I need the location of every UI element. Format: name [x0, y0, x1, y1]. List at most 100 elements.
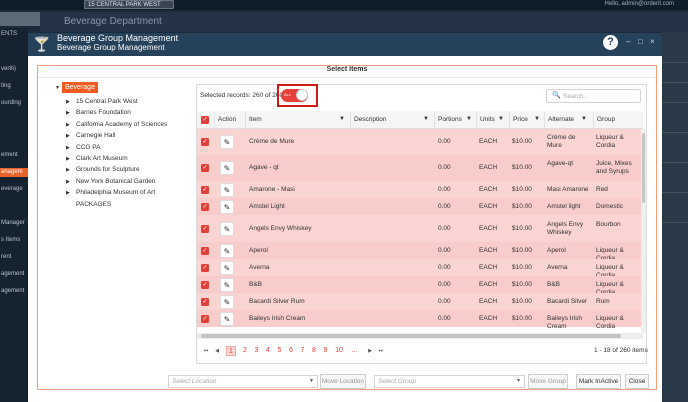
expand-arrow-icon[interactable]: ▶	[66, 156, 70, 162]
tree-node[interactable]: PACKAGES	[76, 200, 111, 210]
expand-arrow-icon[interactable]: ▼	[55, 85, 60, 91]
first-page-icon[interactable]: ⏮	[202, 346, 210, 356]
sidebar-item[interactable]: Manager	[0, 219, 28, 228]
close-button[interactable]: Close	[625, 374, 649, 389]
row-checkbox[interactable]: ✓	[201, 164, 209, 172]
row-checkbox[interactable]: ✓	[201, 280, 209, 289]
page-number[interactable]: 7	[298, 346, 308, 356]
tree-node[interactable]: Clark Art Museum	[76, 154, 128, 164]
filter-icon[interactable]: ▼	[339, 116, 345, 122]
sidebar-item[interactable]: ver8i)	[0, 65, 28, 74]
row-checkbox[interactable]: ✓	[201, 185, 209, 194]
sidebar-item[interactable]: ourding	[0, 99, 28, 108]
filter-icon[interactable]: ▼	[466, 116, 472, 122]
expand-arrow-icon[interactable]: ▶	[66, 122, 70, 128]
expand-arrow-icon[interactable]: ▶	[66, 190, 70, 196]
help-icon[interactable]: ?	[603, 35, 618, 50]
pencil-icon[interactable]: ✎	[220, 243, 234, 258]
expand-arrow-icon[interactable]: ▶	[66, 110, 70, 116]
tree-node[interactable]: New York Botanical Garden	[76, 177, 156, 187]
sidebar-item[interactable]: everage	[0, 185, 28, 194]
horizontal-scroll-thumb[interactable]	[201, 334, 621, 338]
prev-page-icon[interactable]: ◀	[213, 346, 221, 356]
pencil-icon[interactable]: ✎	[220, 260, 234, 275]
tree-node[interactable]: Grounds for Sculpture	[76, 165, 140, 175]
column-header-action[interactable]: Action	[214, 111, 244, 129]
row-checkbox[interactable]: ✓	[201, 224, 209, 233]
expand-arrow-icon[interactable]: ▶	[66, 179, 70, 185]
cell-item: B&B	[249, 280, 263, 288]
page-number[interactable]: 9	[321, 346, 331, 356]
tree-node[interactable]: California Academy of Sciences	[76, 120, 167, 130]
filter-icon[interactable]: ▼	[581, 116, 587, 122]
filter-icon[interactable]: ▼	[498, 116, 504, 122]
restore-icon[interactable]: □	[638, 37, 643, 47]
column-header-group[interactable]: Group	[593, 111, 641, 129]
expand-arrow-icon[interactable]: ▶	[66, 99, 70, 105]
sidebar-item[interactable]: ting	[0, 82, 28, 91]
next-page-icon[interactable]: ▶	[366, 346, 374, 356]
sidebar-item[interactable]: agement	[0, 287, 28, 296]
move-location-button[interactable]: Move Location	[320, 374, 366, 389]
row-checkbox[interactable]: ✓	[201, 297, 209, 306]
page-number[interactable]: 8	[309, 346, 319, 356]
cell-alternate: Bacardi Silver	[547, 297, 588, 305]
location-select[interactable]: 15 CENTRAL PARK WEST	[84, 0, 174, 9]
group-dropdown[interactable]: Select Group	[374, 375, 525, 388]
filter-icon[interactable]: ▼	[423, 116, 429, 122]
last-page-icon[interactable]: ⏭	[377, 346, 385, 356]
pencil-icon[interactable]: ✎	[220, 294, 234, 309]
column-header-description[interactable]: Description	[350, 111, 434, 129]
row-checkbox[interactable]: ✓	[201, 138, 209, 146]
row-checkbox[interactable]: ✓	[201, 314, 209, 323]
pencil-icon[interactable]: ✎	[220, 199, 234, 214]
pencil-icon[interactable]: ✎	[220, 135, 234, 149]
row-checkbox[interactable]: ✓	[201, 202, 209, 211]
page-number[interactable]: 2	[240, 346, 250, 356]
column-header-item[interactable]: Item	[245, 111, 349, 129]
page-number[interactable]: 4	[263, 346, 273, 356]
sidebar-item[interactable]: rent	[0, 253, 28, 262]
expand-arrow-icon[interactable]: ▶	[66, 167, 70, 173]
close-icon[interactable]: ×	[650, 37, 655, 47]
pencil-icon[interactable]: ✎	[220, 161, 234, 175]
cell-item: Crème de Mure	[249, 138, 295, 145]
filter-icon[interactable]: ▼	[534, 116, 540, 122]
vertical-scroll-thumb[interactable]	[642, 133, 645, 203]
row-checkbox[interactable]: ✓	[201, 246, 209, 255]
page-number[interactable]: 6	[286, 346, 296, 356]
sidebar-item[interactable]: ement	[0, 151, 28, 160]
expand-arrow-icon[interactable]: ▶	[66, 133, 70, 139]
page-number[interactable]: 1	[226, 346, 236, 356]
pencil-icon[interactable]: ✎	[220, 182, 234, 197]
chevron-down-icon[interactable]: ▼	[516, 378, 521, 384]
user-greeting[interactable]: Hello, admin@orderit.com	[605, 0, 674, 8]
tree-node[interactable]: Philadelphia Museum of Art	[76, 188, 155, 198]
sidebar-item[interactable]: agement	[0, 270, 28, 279]
page-number[interactable]: 10	[332, 346, 346, 356]
pencil-icon[interactable]: ✎	[220, 277, 234, 292]
search-input[interactable]	[563, 90, 637, 102]
tree-node[interactable]: Barnes Foundation	[76, 108, 131, 118]
move-group-button[interactable]: Move Group	[528, 374, 568, 389]
select-all-checkbox[interactable]: ✓	[201, 116, 209, 124]
sidebar-item[interactable]: s Items	[0, 236, 28, 245]
mark-inactive-button[interactable]: Mark InActive	[576, 374, 621, 389]
pencil-icon[interactable]: ✎	[220, 221, 234, 236]
minimize-icon[interactable]: –	[626, 37, 630, 47]
tree-root-node[interactable]: Beverage	[62, 82, 98, 93]
sidebar-item-active[interactable]: anagem	[0, 168, 28, 177]
sidebar-item[interactable]: ENTS	[0, 30, 28, 39]
page-number[interactable]: 3	[252, 346, 262, 356]
tree-node[interactable]: 15 Central Park West	[76, 97, 138, 107]
location-dropdown[interactable]: Select Location	[168, 375, 318, 388]
tree-node[interactable]: CCG PA	[76, 143, 100, 153]
chevron-down-icon[interactable]: ▼	[309, 378, 314, 384]
pencil-icon[interactable]: ✎	[220, 311, 234, 326]
page-more[interactable]: ...	[348, 346, 362, 356]
page-number[interactable]: 5	[275, 346, 285, 356]
tree-node[interactable]: Carnegie Hall	[76, 131, 115, 141]
toggle-knob[interactable]	[296, 89, 308, 101]
row-checkbox[interactable]: ✓	[201, 263, 209, 272]
expand-arrow-icon[interactable]: ▶	[66, 145, 70, 151]
